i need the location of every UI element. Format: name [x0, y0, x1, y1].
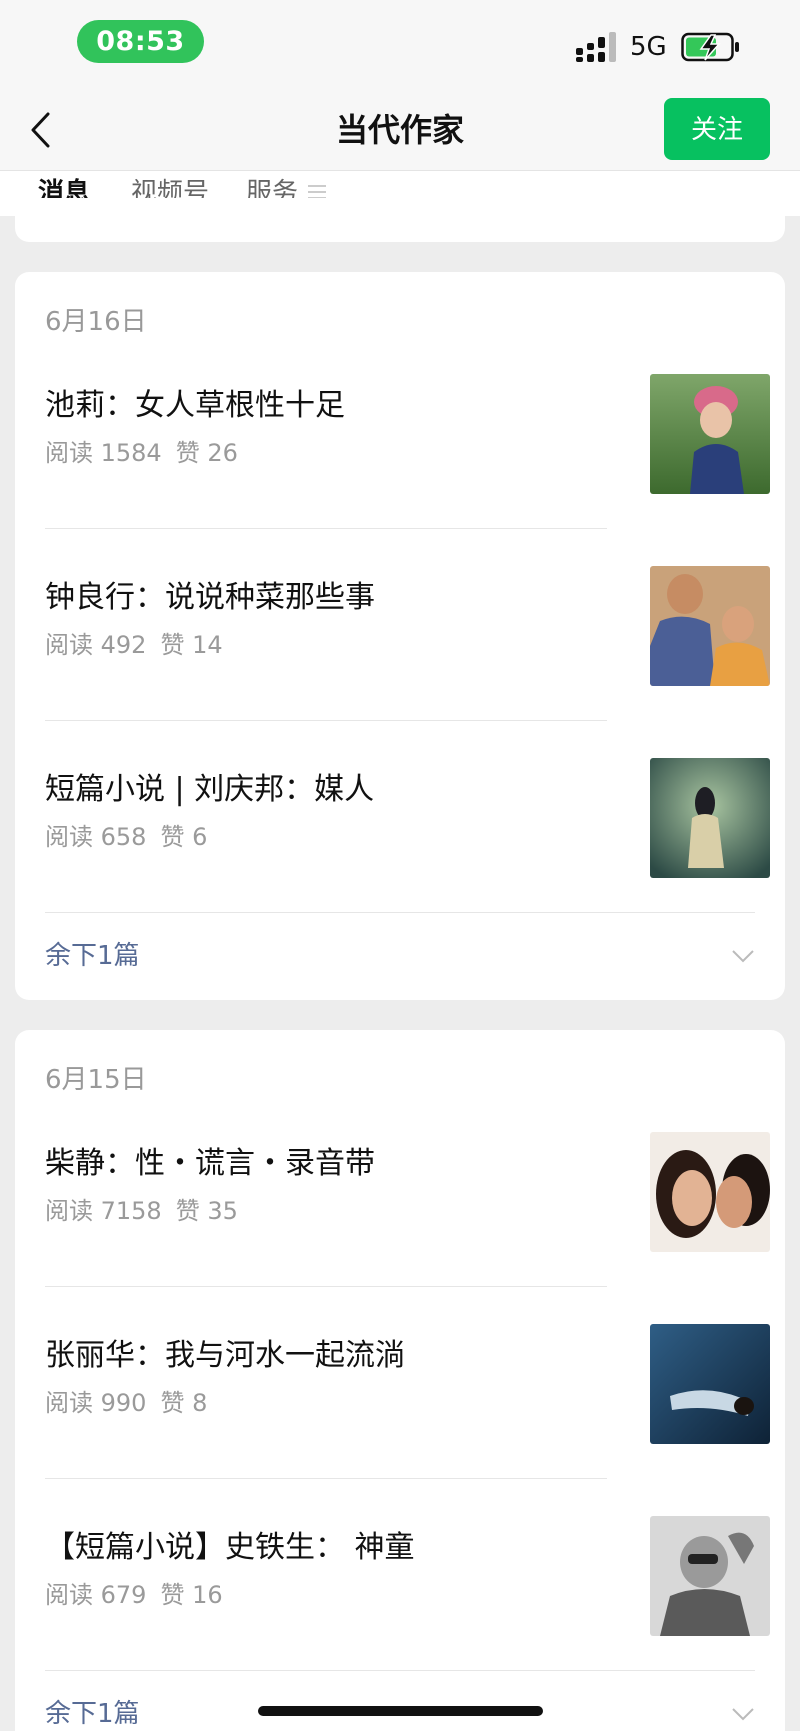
article-thumbnail [650, 374, 770, 494]
article-stats: 阅读 658 赞 6 [45, 820, 207, 854]
article-stats: 阅读 679 赞 16 [45, 1578, 223, 1612]
more-articles-label: 余下1篇 [45, 1699, 140, 1729]
article-thumbnail [650, 1324, 770, 1444]
article-stats: 阅读 1584 赞 26 [45, 436, 238, 470]
article-item[interactable]: 短篇小说 | 刘庆邦：媒人 阅读 658 赞 6 [45, 758, 770, 959]
group-date: 6月16日 [45, 307, 147, 337]
read-count: 阅读 7158 [45, 1197, 162, 1225]
like-count: 赞 16 [160, 1581, 223, 1609]
article-item[interactable]: 池莉：女人草根性十足 阅读 1584 赞 26 [45, 374, 770, 575]
battery-charging-icon [681, 32, 739, 62]
status-bar: 08:53 5G [0, 0, 800, 92]
read-count: 阅读 679 [45, 1581, 147, 1609]
divider [45, 912, 755, 913]
more-articles-label: 余下1篇 [45, 941, 140, 971]
previous-card-bottom [15, 198, 785, 242]
read-count: 阅读 1584 [45, 439, 162, 467]
article-item[interactable]: 【短篇小说】史铁生： 神童 阅读 679 赞 16 [45, 1516, 770, 1717]
article-title: 钟良行：说说种菜那些事 [45, 580, 375, 615]
cellular-signal-icon [576, 32, 616, 62]
article-title: 张丽华：我与河水一起流淌 [45, 1338, 405, 1373]
divider [45, 1286, 607, 1287]
like-count: 赞 35 [175, 1197, 238, 1225]
article-thumbnail [650, 758, 770, 878]
read-count: 阅读 990 [45, 1389, 147, 1417]
read-count: 阅读 492 [45, 631, 147, 659]
divider [45, 528, 607, 529]
article-thumbnail [650, 566, 770, 686]
chevron-down-icon [732, 1708, 754, 1721]
like-count: 赞 14 [160, 631, 223, 659]
status-time: 08:53 [77, 20, 204, 63]
group-date: 6月15日 [45, 1065, 147, 1095]
divider [45, 1670, 755, 1671]
article-stats: 阅读 7158 赞 35 [45, 1194, 238, 1228]
article-item[interactable]: 柴静：性・谎言・录音带 阅读 7158 赞 35 [45, 1132, 770, 1333]
article-item[interactable]: 张丽华：我与河水一起流淌 阅读 990 赞 8 [45, 1324, 770, 1525]
home-indicator[interactable] [258, 1706, 543, 1716]
divider [45, 1478, 607, 1479]
article-item[interactable]: 钟良行：说说种菜那些事 阅读 492 赞 14 [45, 566, 770, 767]
article-stats: 阅读 492 赞 14 [45, 628, 223, 662]
divider [45, 720, 607, 721]
network-type: 5G [630, 32, 667, 62]
nav-bar: 当代作家 关注 [0, 92, 800, 170]
more-articles-row[interactable]: 余下1篇 [45, 936, 755, 996]
article-title: 柴静：性・谎言・录音带 [45, 1146, 375, 1181]
message-group-card: 6月15日 柴静：性・谎言・录音带 阅读 7158 赞 35 张丽华：我与河水一起… [15, 1030, 785, 1731]
like-count: 赞 6 [160, 823, 208, 851]
article-title: 池莉：女人草根性十足 [45, 388, 345, 423]
article-title: 短篇小说 | 刘庆邦：媒人 [45, 772, 375, 807]
article-title: 【短篇小说】史铁生： 神童 [45, 1530, 415, 1565]
follow-button[interactable]: 关注 [664, 98, 770, 160]
read-count: 阅读 658 [45, 823, 147, 851]
chevron-down-icon [732, 950, 754, 963]
article-stats: 阅读 990 赞 8 [45, 1386, 207, 1420]
message-group-card: 6月16日 池莉：女人草根性十足 阅读 1584 赞 26 钟良行：说说种菜那些事… [15, 272, 785, 1000]
article-thumbnail [650, 1516, 770, 1636]
like-count: 赞 8 [160, 1389, 208, 1417]
article-thumbnail [650, 1132, 770, 1252]
like-count: 赞 26 [175, 439, 238, 467]
